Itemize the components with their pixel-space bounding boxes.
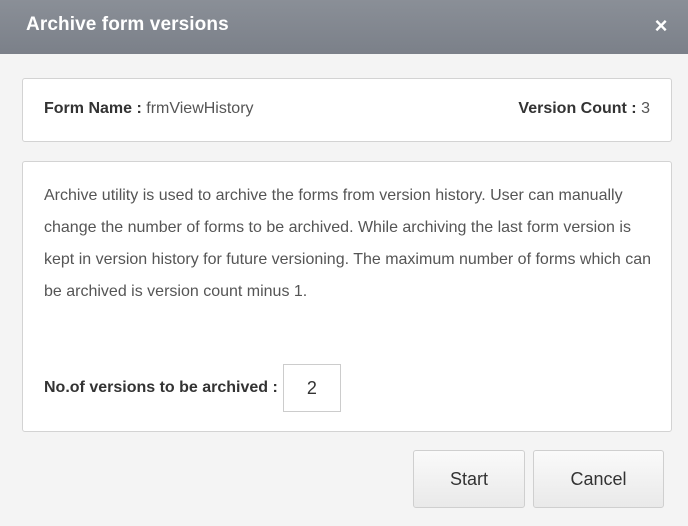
- cancel-button[interactable]: Cancel: [533, 450, 664, 508]
- version-count-value: 3: [641, 100, 650, 117]
- dialog-titlebar: Archive form versions ×: [0, 0, 688, 54]
- archive-form-versions-dialog: Archive form versions × Form Name : frmV…: [0, 0, 688, 526]
- archive-description-text: Archive utility is used to archive the f…: [44, 187, 652, 300]
- archive-count-input[interactable]: [282, 364, 341, 412]
- start-button[interactable]: Start: [413, 450, 525, 508]
- archive-description-card: Archive utility is used to archive the f…: [22, 161, 672, 432]
- form-name-value: frmViewHistory: [146, 100, 254, 117]
- form-name-field: Form Name : frmViewHistory: [44, 100, 254, 118]
- version-count-field: Version Count : 3: [518, 100, 650, 118]
- form-info-card: Form Name : frmViewHistory Version Count…: [22, 78, 672, 142]
- version-count-label: Version Count :: [518, 100, 637, 117]
- close-icon[interactable]: ×: [648, 12, 674, 40]
- archive-count-row: No.of versions to be archived :: [44, 364, 341, 412]
- form-name-label: Form Name :: [44, 100, 142, 117]
- archive-count-label: No.of versions to be archived :: [44, 379, 278, 396]
- dialog-title: Archive form versions: [26, 14, 229, 35]
